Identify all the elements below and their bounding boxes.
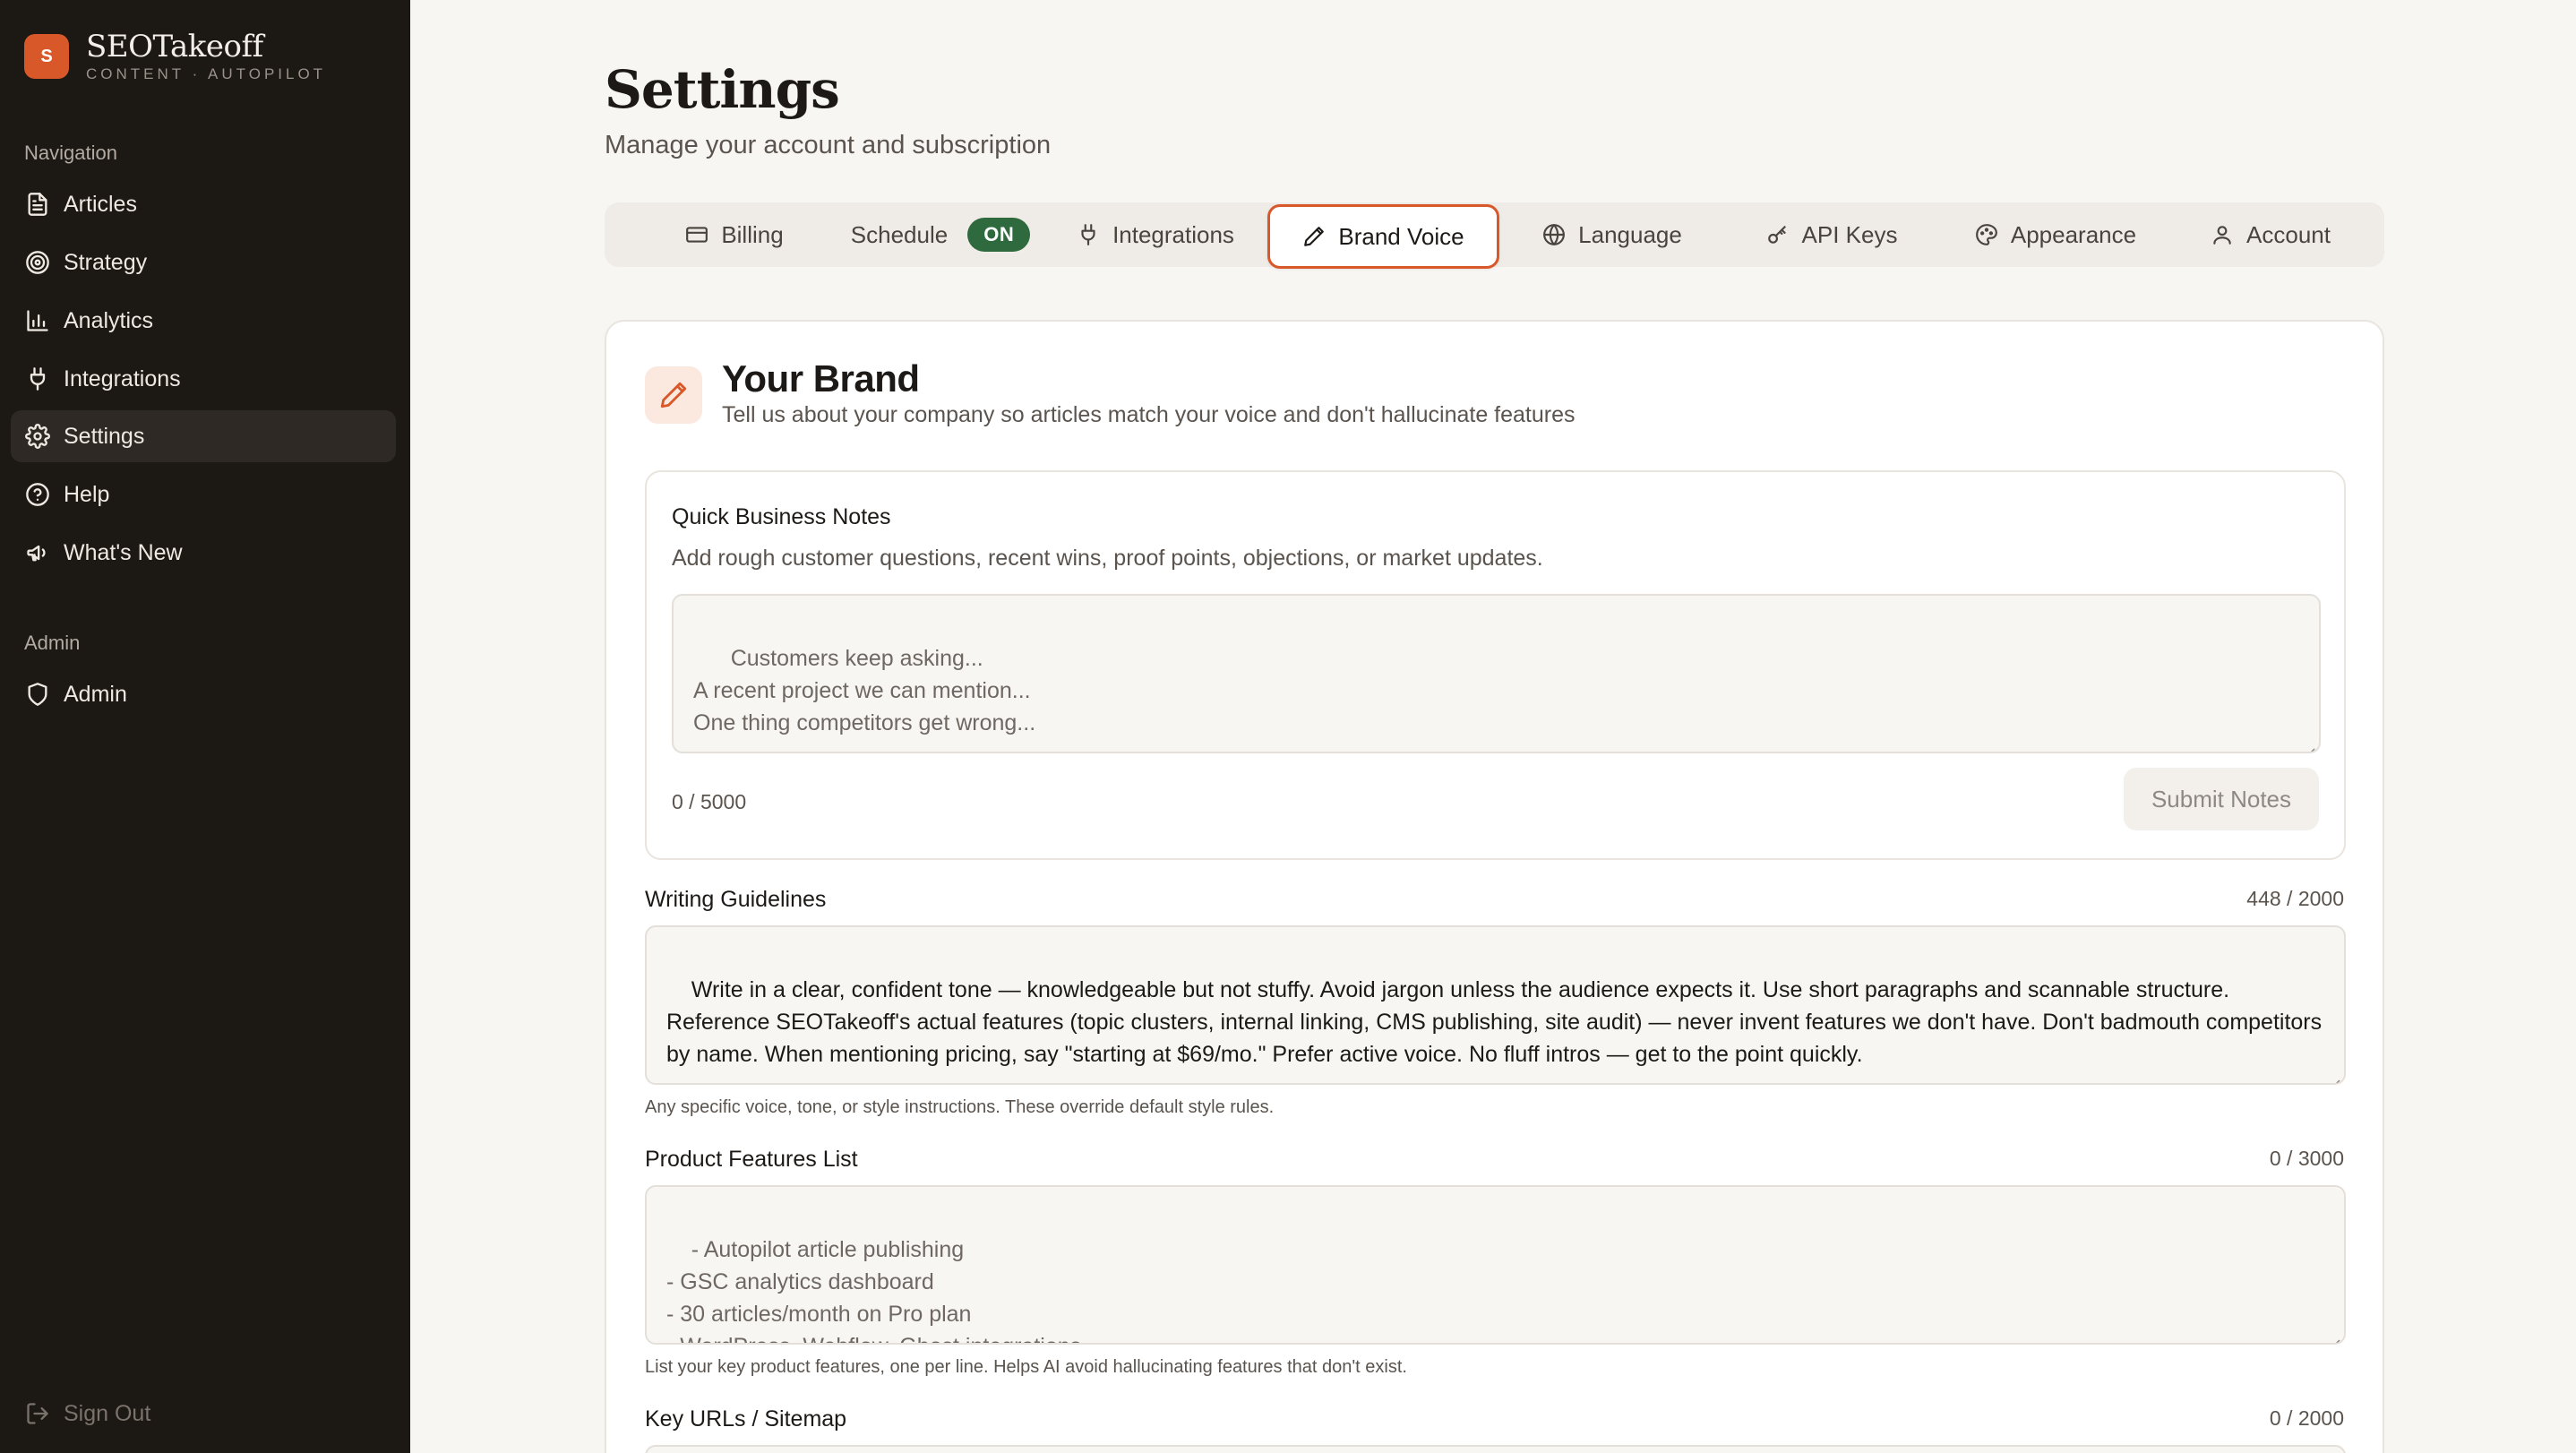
resize-handle-icon[interactable]	[2328, 1327, 2340, 1343]
quick-notes-panel: Quick Business Notes Add rough customer …	[645, 470, 2346, 860]
sidebar-item-whats-new[interactable]: What's New	[11, 527, 396, 579]
tab-appearance[interactable]: Appearance	[1944, 206, 2168, 263]
quick-notes-help: Add rough customer questions, recent win…	[672, 546, 1543, 571]
status-badge: ON	[967, 218, 1031, 252]
sidebar-item-strategy[interactable]: Strategy	[11, 236, 396, 288]
tab-brand-voice[interactable]: Brand Voice	[1267, 204, 1499, 269]
quick-notes-placeholder: Customers keep asking... A recent projec…	[693, 646, 1036, 735]
log-out-icon	[24, 1400, 51, 1427]
sidebar-item-articles[interactable]: Articles	[11, 178, 396, 230]
tab-label: Billing	[721, 220, 784, 248]
tab-label: API Keys	[1801, 220, 1898, 248]
product-features-textarea[interactable]: - Autopilot article publishing - GSC ana…	[645, 1185, 2346, 1345]
tab-schedule[interactable]: Schedule ON	[837, 206, 1043, 263]
key-urls-label: Key URLs / Sitemap	[645, 1406, 847, 1432]
pencil-icon	[645, 366, 702, 424]
admin-section-label: Admin	[24, 632, 81, 654]
settings-tabs: Billing Schedule ON Integrations Brand V…	[605, 202, 2384, 269]
sidebar-item-label: Help	[64, 481, 110, 507]
tab-integrations[interactable]: Integrations	[1052, 206, 1258, 263]
sidebar-item-integrations[interactable]: Integrations	[11, 353, 396, 405]
writing-guidelines-count: 448 / 2000	[2246, 887, 2344, 910]
tab-label: Schedule	[850, 220, 949, 248]
sidebar-item-settings[interactable]: Settings	[11, 410, 396, 462]
tab-label: Appearance	[2010, 220, 2137, 248]
resize-handle-icon[interactable]	[2303, 735, 2315, 752]
quick-notes-count: 0 / 5000	[672, 790, 747, 813]
page-subtitle: Manage your account and subscription	[605, 131, 1052, 159]
palette-icon	[1976, 224, 1997, 245]
product-features-count: 0 / 3000	[2269, 1147, 2344, 1170]
quick-notes-title: Quick Business Notes	[672, 504, 891, 529]
nav-section-label: Navigation	[24, 142, 117, 164]
gear-icon	[24, 423, 51, 450]
plug-icon	[1081, 224, 1095, 245]
sidebar-item-label: What's New	[64, 539, 183, 565]
sidebar: S SEOTakeoff CONTENT · AUTOPILOT Navigat…	[0, 0, 410, 1453]
brand-tagline: CONTENT · AUTOPILOT	[86, 65, 327, 82]
plug-icon	[24, 365, 51, 392]
document-icon	[24, 191, 51, 218]
sign-out-label: Sign Out	[64, 1400, 151, 1426]
target-icon	[24, 249, 51, 276]
sidebar-item-label: Settings	[64, 423, 145, 449]
key-icon	[1767, 226, 1786, 244]
quick-notes-textarea[interactable]: Customers keep asking... A recent projec…	[672, 594, 2321, 753]
help-circle-icon	[24, 481, 51, 508]
brand-voice-card: Your Brand Tell us about your company so…	[605, 320, 2384, 1453]
sidebar-item-label: Strategy	[64, 249, 148, 275]
sidebar-item-label: Analytics	[64, 307, 154, 333]
tab-language[interactable]: Language	[1505, 206, 1720, 263]
tab-billing[interactable]: Billing	[649, 206, 820, 263]
card-description: Tell us about your company so articles m…	[722, 402, 1576, 427]
megaphone-icon	[24, 539, 51, 566]
sidebar-item-label: Articles	[64, 191, 137, 217]
submit-notes-button[interactable]: Submit Notes	[2124, 768, 2319, 830]
sign-out-button[interactable]: Sign Out	[11, 1388, 396, 1440]
writing-guidelines-value: Write in a clear, confident tone — knowl…	[666, 977, 2329, 1067]
bar-chart-icon	[24, 307, 51, 334]
writing-guidelines-label: Writing Guidelines	[645, 887, 827, 912]
brand-name: SEOTakeoff	[86, 29, 263, 64]
sidebar-item-analytics[interactable]: Analytics	[11, 295, 396, 347]
writing-guidelines-help: Any specific voice, tone, or style instr…	[645, 1097, 1275, 1117]
sidebar-item-help[interactable]: Help	[11, 469, 396, 520]
globe-icon	[1543, 224, 1566, 245]
writing-guidelines-textarea[interactable]: Write in a clear, confident tone — knowl…	[645, 925, 2346, 1085]
sidebar-item-label: Admin	[64, 681, 127, 707]
tab-label: Account	[2246, 220, 2331, 248]
tab-label: Language	[1578, 220, 1682, 248]
brand-logo: S	[24, 34, 69, 79]
key-urls-textarea[interactable]	[645, 1445, 2346, 1453]
pencil-icon	[1304, 227, 1325, 246]
page-title: Settings	[605, 59, 840, 120]
credit-card-icon	[686, 227, 708, 243]
tab-label: Brand Voice	[1338, 222, 1464, 250]
product-features-placeholder: - Autopilot article publishing - GSC ana…	[666, 1237, 1081, 1343]
sidebar-item-admin[interactable]: Admin	[11, 668, 396, 720]
resize-handle-icon[interactable]	[2328, 1067, 2340, 1083]
product-features-label: Product Features List	[645, 1147, 858, 1172]
user-icon	[2213, 226, 2231, 245]
shield-icon	[24, 681, 51, 708]
card-title: Your Brand	[722, 357, 920, 400]
tab-api-keys[interactable]: API Keys	[1729, 206, 1935, 263]
tab-account[interactable]: Account	[2181, 206, 2360, 263]
brand[interactable]: S SEOTakeoff CONTENT · AUTOPILOT	[24, 29, 326, 84]
sidebar-item-label: Integrations	[64, 365, 181, 391]
product-features-help: List your key product features, one per …	[645, 1357, 1407, 1377]
key-urls-count: 0 / 2000	[2269, 1406, 2344, 1430]
tab-label: Integrations	[1112, 220, 1234, 248]
